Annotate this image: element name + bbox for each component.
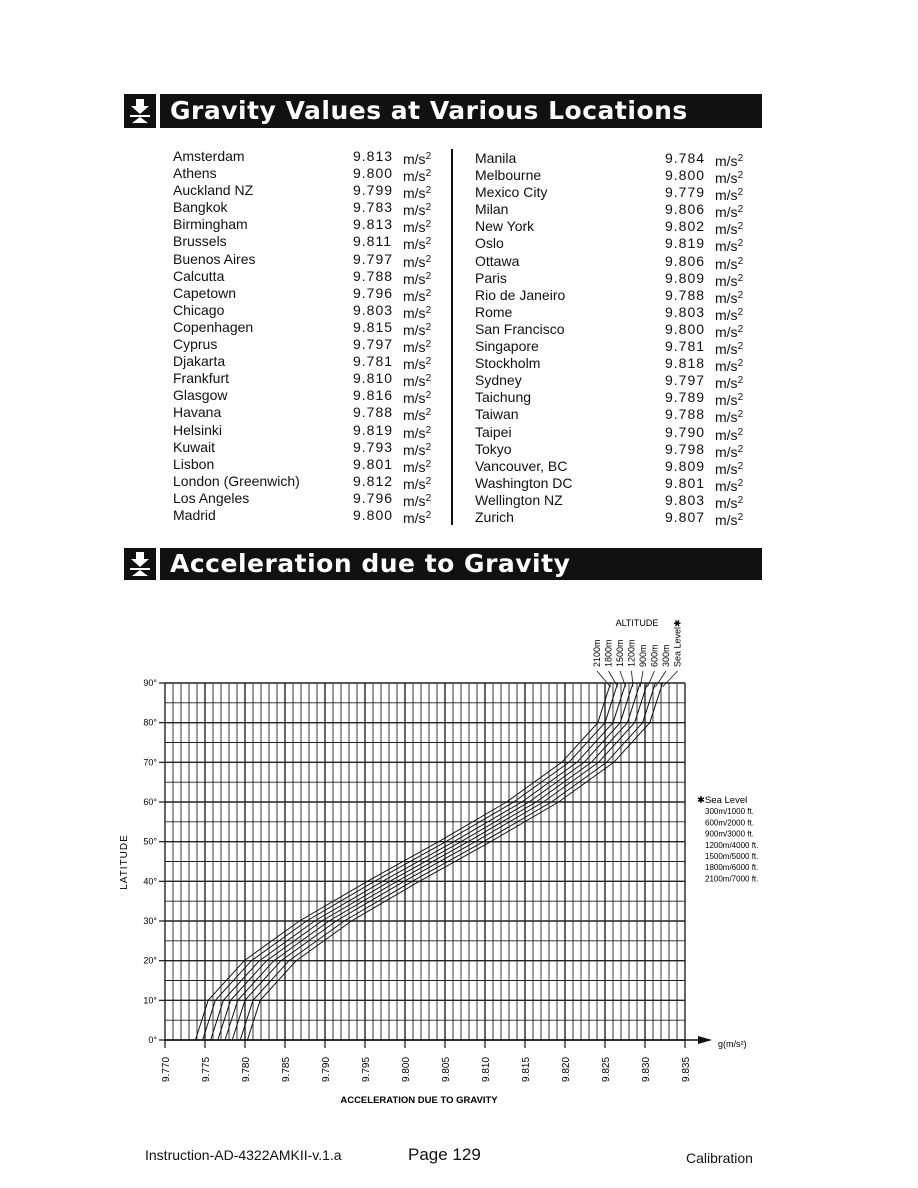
y-axis-title: LATITUDE: [119, 834, 130, 890]
y-tick-label: 40°: [143, 876, 157, 886]
x-tick-label: 9.810: [481, 1057, 492, 1082]
x-tick-label: 9.770: [161, 1057, 172, 1082]
legend-entry: 1500m/5000 ft.: [705, 852, 758, 861]
altitude-header: ALTITUDE: [616, 618, 659, 628]
x-tick-label: 9.785: [281, 1057, 292, 1082]
altitude-label: 900m: [638, 644, 648, 667]
footer-page-number: Page 129: [408, 1145, 481, 1164]
x-tick-label: 9.805: [441, 1057, 452, 1082]
y-tick-label: 60°: [143, 797, 157, 807]
gravity-latitude-chart: g(m/s²) 9.770 9.775 9.780 9.785 9.790 9.795 9.8…: [119, 618, 758, 1106]
altitude-label: 2100m: [592, 639, 602, 667]
legend-entry: 1800m/6000 ft.: [705, 863, 758, 872]
x-tick-label: 9.800: [401, 1057, 412, 1082]
x-tick-label: 9.795: [361, 1057, 372, 1082]
x-axis-unit-label: g(m/s²): [718, 1039, 747, 1049]
legend-entry: 600m/2000 ft.: [705, 818, 754, 827]
altitude-label: 300m: [661, 644, 671, 667]
x-axis-title: ACCELERATION DUE TO GRAVITY: [340, 1095, 498, 1106]
legend-entry: 900m/3000 ft.: [705, 830, 754, 839]
altitude-label: Sea Level✱: [673, 619, 683, 667]
legend-entry: 1200m/4000 ft.: [705, 841, 758, 850]
y-tick-label: 90°: [143, 678, 157, 688]
y-tick-label: 30°: [143, 916, 157, 926]
x-tick-label: 9.830: [641, 1057, 652, 1082]
legend-entry: 2100m/7000 ft.: [705, 874, 758, 883]
legend-entry: 300m/1000 ft.: [705, 807, 754, 816]
x-axis-arrow: [698, 1036, 712, 1044]
x-tick-label: 9.790: [321, 1057, 332, 1082]
altitude-label: 1800m: [604, 639, 614, 667]
x-tick-label: 9.820: [561, 1057, 572, 1082]
y-tick-label: 20°: [143, 956, 157, 966]
y-tick-label: 70°: [143, 757, 157, 767]
altitude-leader-line: [639, 670, 644, 688]
altitude-label: 600m: [650, 644, 660, 667]
footer-section: Calibration: [686, 1150, 753, 1166]
x-tick-label: 9.815: [521, 1057, 532, 1082]
y-tick-label: 0°: [148, 1035, 157, 1045]
y-tick-label: 50°: [143, 837, 157, 847]
y-tick-label: 80°: [143, 718, 157, 728]
altitude-label: 1500m: [615, 639, 625, 667]
x-tick-label: 9.780: [241, 1057, 252, 1082]
x-tick-label: 9.825: [601, 1057, 612, 1082]
y-tick-label: 10°: [143, 995, 157, 1005]
x-tick-label: 9.775: [201, 1057, 212, 1082]
altitude-label: 1200m: [627, 639, 637, 667]
legend-entry: ✱Sea Level: [697, 795, 747, 806]
footer-doc-id: Instruction-AD-4322AMKII-v.1.a: [145, 1147, 342, 1163]
x-tick-label: 9.835: [681, 1057, 692, 1082]
altitude-leader-line: [596, 670, 611, 688]
